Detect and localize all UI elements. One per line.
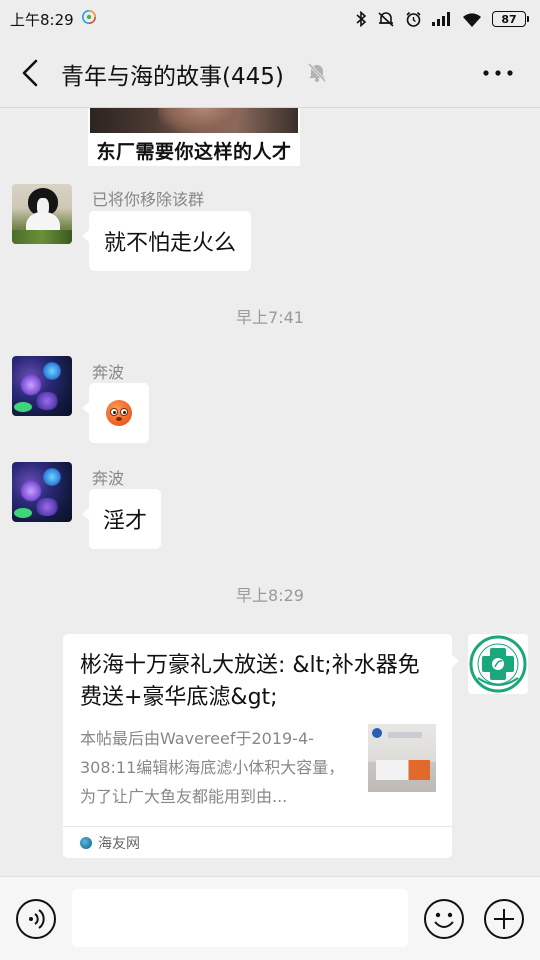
link-card-source: 海友网 bbox=[80, 833, 140, 853]
timestamp: 早上7:41 bbox=[236, 308, 304, 327]
status-time: 上午8:29 bbox=[10, 10, 74, 29]
sticker-caption: 东厂需要你这样的人才 bbox=[96, 141, 292, 163]
emoji-button[interactable] bbox=[423, 898, 465, 940]
avatar[interactable] bbox=[12, 462, 72, 522]
link-card-thumbnail bbox=[368, 724, 436, 792]
back-button[interactable] bbox=[14, 55, 46, 91]
link-card-description: 本帖最后由Wavereef于2019-4-308:11编辑彬海底滤小体积大容量，… bbox=[80, 729, 345, 806]
mute-bell-icon bbox=[306, 61, 328, 87]
avatar[interactable] bbox=[12, 356, 72, 416]
more-icon bbox=[483, 70, 513, 76]
timestamp: 早上8:29 bbox=[236, 586, 304, 605]
voice-icon bbox=[16, 899, 56, 939]
emoji-icon bbox=[424, 899, 464, 939]
more-functions-button[interactable] bbox=[483, 898, 525, 940]
status-bar: 上午8:29 87 bbox=[0, 0, 540, 38]
sender-name: 已将你移除该群 bbox=[92, 190, 205, 209]
do-not-disturb-icon bbox=[377, 11, 395, 27]
sender-name: 奔波 bbox=[92, 363, 125, 382]
message-bubble[interactable] bbox=[82, 383, 149, 443]
divider bbox=[63, 826, 452, 827]
hospital-logo-icon bbox=[469, 635, 527, 693]
link-card-title: 彬海十万豪礼大放送: &lt;补水器免费送+豪华底滤&gt; bbox=[80, 653, 420, 710]
link-card-source-name: 海友网 bbox=[98, 836, 140, 852]
plus-icon bbox=[484, 899, 524, 939]
battery-icon: 87 bbox=[492, 11, 529, 27]
message-bubble[interactable]: 就不怕走火么 bbox=[81, 211, 252, 271]
signal-icon bbox=[432, 12, 452, 26]
input-bar bbox=[0, 876, 540, 960]
message-text: 淫才 bbox=[103, 509, 148, 534]
link-card-message[interactable]: 彬海十万豪礼大放送: &lt;补水器免费送+豪华底滤&gt; 本帖最后由Wave… bbox=[63, 634, 459, 858]
voice-button[interactable] bbox=[15, 898, 57, 940]
avatar[interactable] bbox=[12, 184, 72, 244]
browser-app-icon bbox=[81, 10, 96, 28]
source-site-icon bbox=[80, 837, 92, 849]
sender-name: 奔波 bbox=[92, 469, 125, 488]
message-bubble[interactable]: 淫才 bbox=[81, 489, 162, 549]
battery-level: 87 bbox=[501, 12, 517, 26]
message-input[interactable] bbox=[72, 889, 408, 947]
more-button[interactable] bbox=[478, 58, 518, 88]
alarm-icon bbox=[405, 11, 422, 28]
wifi-icon bbox=[462, 12, 482, 27]
flushed-face-emoji-icon bbox=[106, 400, 132, 426]
sticker-photo bbox=[90, 108, 298, 133]
back-icon bbox=[22, 59, 38, 87]
chat-message-list[interactable]: 东厂需要你这样的人才 已将你移除该群 就不怕走火么 早上7:41 奔波 奔波 淫… bbox=[0, 108, 540, 876]
chat-screen: 上午8:29 87 青年与海的故事(445) 东厂需要你这样的人才 已将你移除该… bbox=[0, 0, 540, 960]
self-avatar[interactable] bbox=[468, 634, 528, 694]
sticker-image-message[interactable]: 东厂需要你这样的人才 bbox=[88, 108, 300, 166]
bluetooth-icon bbox=[355, 11, 367, 27]
message-text: 就不怕走火么 bbox=[104, 231, 237, 256]
title-bar: 青年与海的故事(445) bbox=[0, 38, 540, 108]
chat-title: 青年与海的故事(445) bbox=[61, 64, 284, 90]
